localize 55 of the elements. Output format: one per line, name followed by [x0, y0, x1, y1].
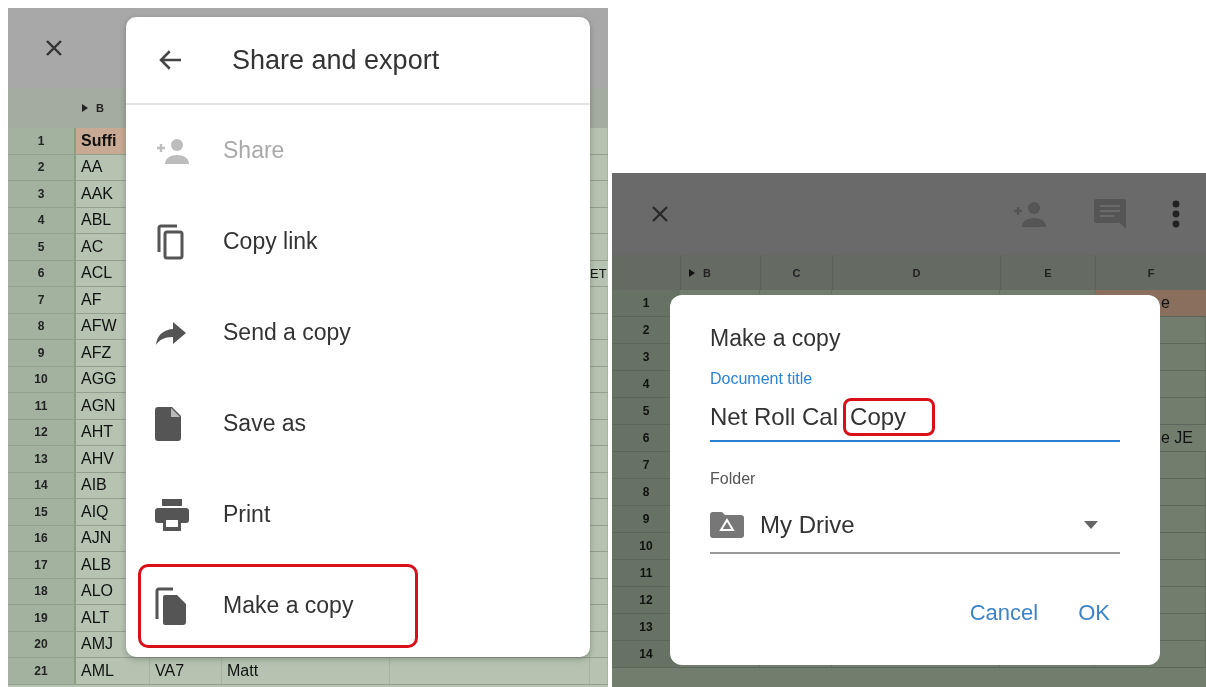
file-icon: [155, 406, 181, 441]
menu-item[interactable]: Print: [147, 475, 409, 554]
menu-item[interactable]: Send a copy: [147, 293, 409, 372]
row-number: 19: [8, 605, 74, 631]
copy-icon: [155, 223, 185, 260]
column-header: E: [1044, 266, 1052, 279]
forward-arrow-icon: [155, 319, 187, 346]
row-number: 13: [8, 446, 74, 472]
column-header: F: [1147, 266, 1155, 279]
row-number: 10: [8, 366, 74, 392]
field-label: Folder: [710, 470, 757, 488]
table-cell-text: ET: [590, 264, 608, 283]
row-number: 7: [8, 287, 74, 313]
column-header: B: [703, 266, 711, 279]
table-cell: Matt: [222, 658, 390, 684]
menu-item[interactable]: Copy link: [147, 202, 409, 281]
dialog-title: Make a copy: [710, 325, 842, 352]
dropdown-caret-icon: [1084, 521, 1098, 529]
more-icon[interactable]: [1172, 200, 1180, 228]
row-number: 14: [8, 472, 74, 498]
expand-arrow-icon[interactable]: [82, 104, 88, 112]
row-number: 15: [8, 499, 74, 525]
copy-file-icon: [155, 586, 187, 625]
row-number: 20: [8, 631, 74, 657]
row-number: 4: [8, 207, 74, 233]
dialog-button[interactable]: Cancel: [959, 594, 1049, 632]
row-number: 17: [8, 552, 74, 578]
row-number: 1: [8, 128, 74, 154]
field-label: Document title: [710, 370, 814, 388]
column-header: C: [792, 266, 801, 279]
row-number: 8: [8, 313, 74, 339]
row-number: 5: [8, 234, 74, 260]
person-add-icon: [155, 136, 191, 165]
table-cell: VA7: [150, 658, 222, 684]
row-number: 6: [8, 260, 74, 286]
row-number: 2: [8, 154, 74, 180]
row-number: 16: [8, 525, 74, 551]
row-number: 12: [8, 419, 74, 445]
dialog-button[interactable]: OK: [1068, 594, 1120, 632]
folder-icon: [710, 512, 744, 538]
row-number: 9: [8, 340, 74, 366]
menu-item[interactable]: Save as: [147, 384, 409, 463]
row-number: 18: [8, 578, 74, 604]
folder-dropdown[interactable]: My Drive: [710, 498, 1120, 554]
menu-title: Share and export: [232, 44, 440, 76]
row-number: 21: [8, 658, 74, 684]
column-header: D: [912, 266, 921, 279]
expand-arrow-icon[interactable]: [689, 268, 695, 277]
menu-item[interactable]: Make a copy: [147, 566, 409, 645]
row-number: 3: [8, 181, 74, 207]
printer-icon: [155, 498, 189, 531]
table-cell-text: e JE: [1160, 428, 1194, 448]
row-number: 11: [8, 393, 74, 419]
column-header: B: [96, 102, 104, 114]
input-field[interactable]: Net Roll Cal Copy: [710, 394, 1120, 442]
